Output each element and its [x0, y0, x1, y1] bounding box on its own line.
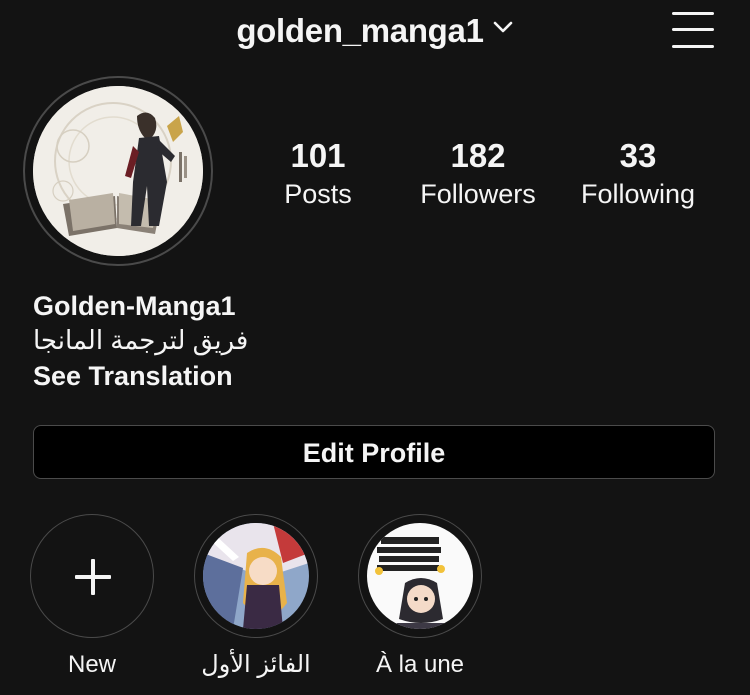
highlight-label: New [67, 651, 116, 678]
avatar-image [33, 86, 203, 256]
highlight-cover [203, 523, 309, 629]
hamburger-menu-icon[interactable] [672, 12, 714, 48]
stat-following[interactable]: 33 Following [558, 138, 718, 212]
highlight-first-winner[interactable]: الفائز الأول [193, 514, 319, 680]
stat-posts[interactable]: 101 Posts [238, 138, 398, 212]
highlight-new[interactable]: New [29, 514, 155, 680]
top-bar: golden_manga1 [0, 0, 750, 64]
bio: Golden-Manga1 فريق لترجمة المانجا See Tr… [33, 290, 713, 393]
username: golden_manga1 [236, 12, 484, 49]
followers-count: 182 [450, 137, 506, 174]
highlight-label: À la une [375, 651, 465, 678]
stat-followers[interactable]: 182 Followers [398, 138, 558, 212]
highlight-ring [194, 514, 318, 638]
highlight-ring [358, 514, 482, 638]
avatar[interactable] [33, 86, 203, 256]
highlight-ring [30, 514, 154, 638]
highlight-cover [367, 523, 473, 629]
followers-label: Followers [420, 179, 536, 209]
highlight-a-la-une[interactable]: À la une [357, 514, 483, 680]
posts-count: 101 [290, 137, 346, 174]
plus-icon [75, 559, 111, 595]
display-name: Golden-Manga1 [33, 291, 236, 321]
bio-description: فريق لترجمة المانجا [33, 325, 249, 355]
posts-label: Posts [284, 179, 352, 209]
chevron-down-icon [493, 21, 512, 33]
account-switcher[interactable]: golden_manga1 [0, 12, 750, 50]
following-count: 33 [619, 137, 657, 174]
highlight-label: الفائز الأول [201, 651, 311, 678]
following-label: Following [580, 179, 696, 209]
see-translation-link[interactable]: See Translation [33, 359, 713, 393]
edit-profile-button[interactable]: Edit Profile [33, 425, 715, 479]
